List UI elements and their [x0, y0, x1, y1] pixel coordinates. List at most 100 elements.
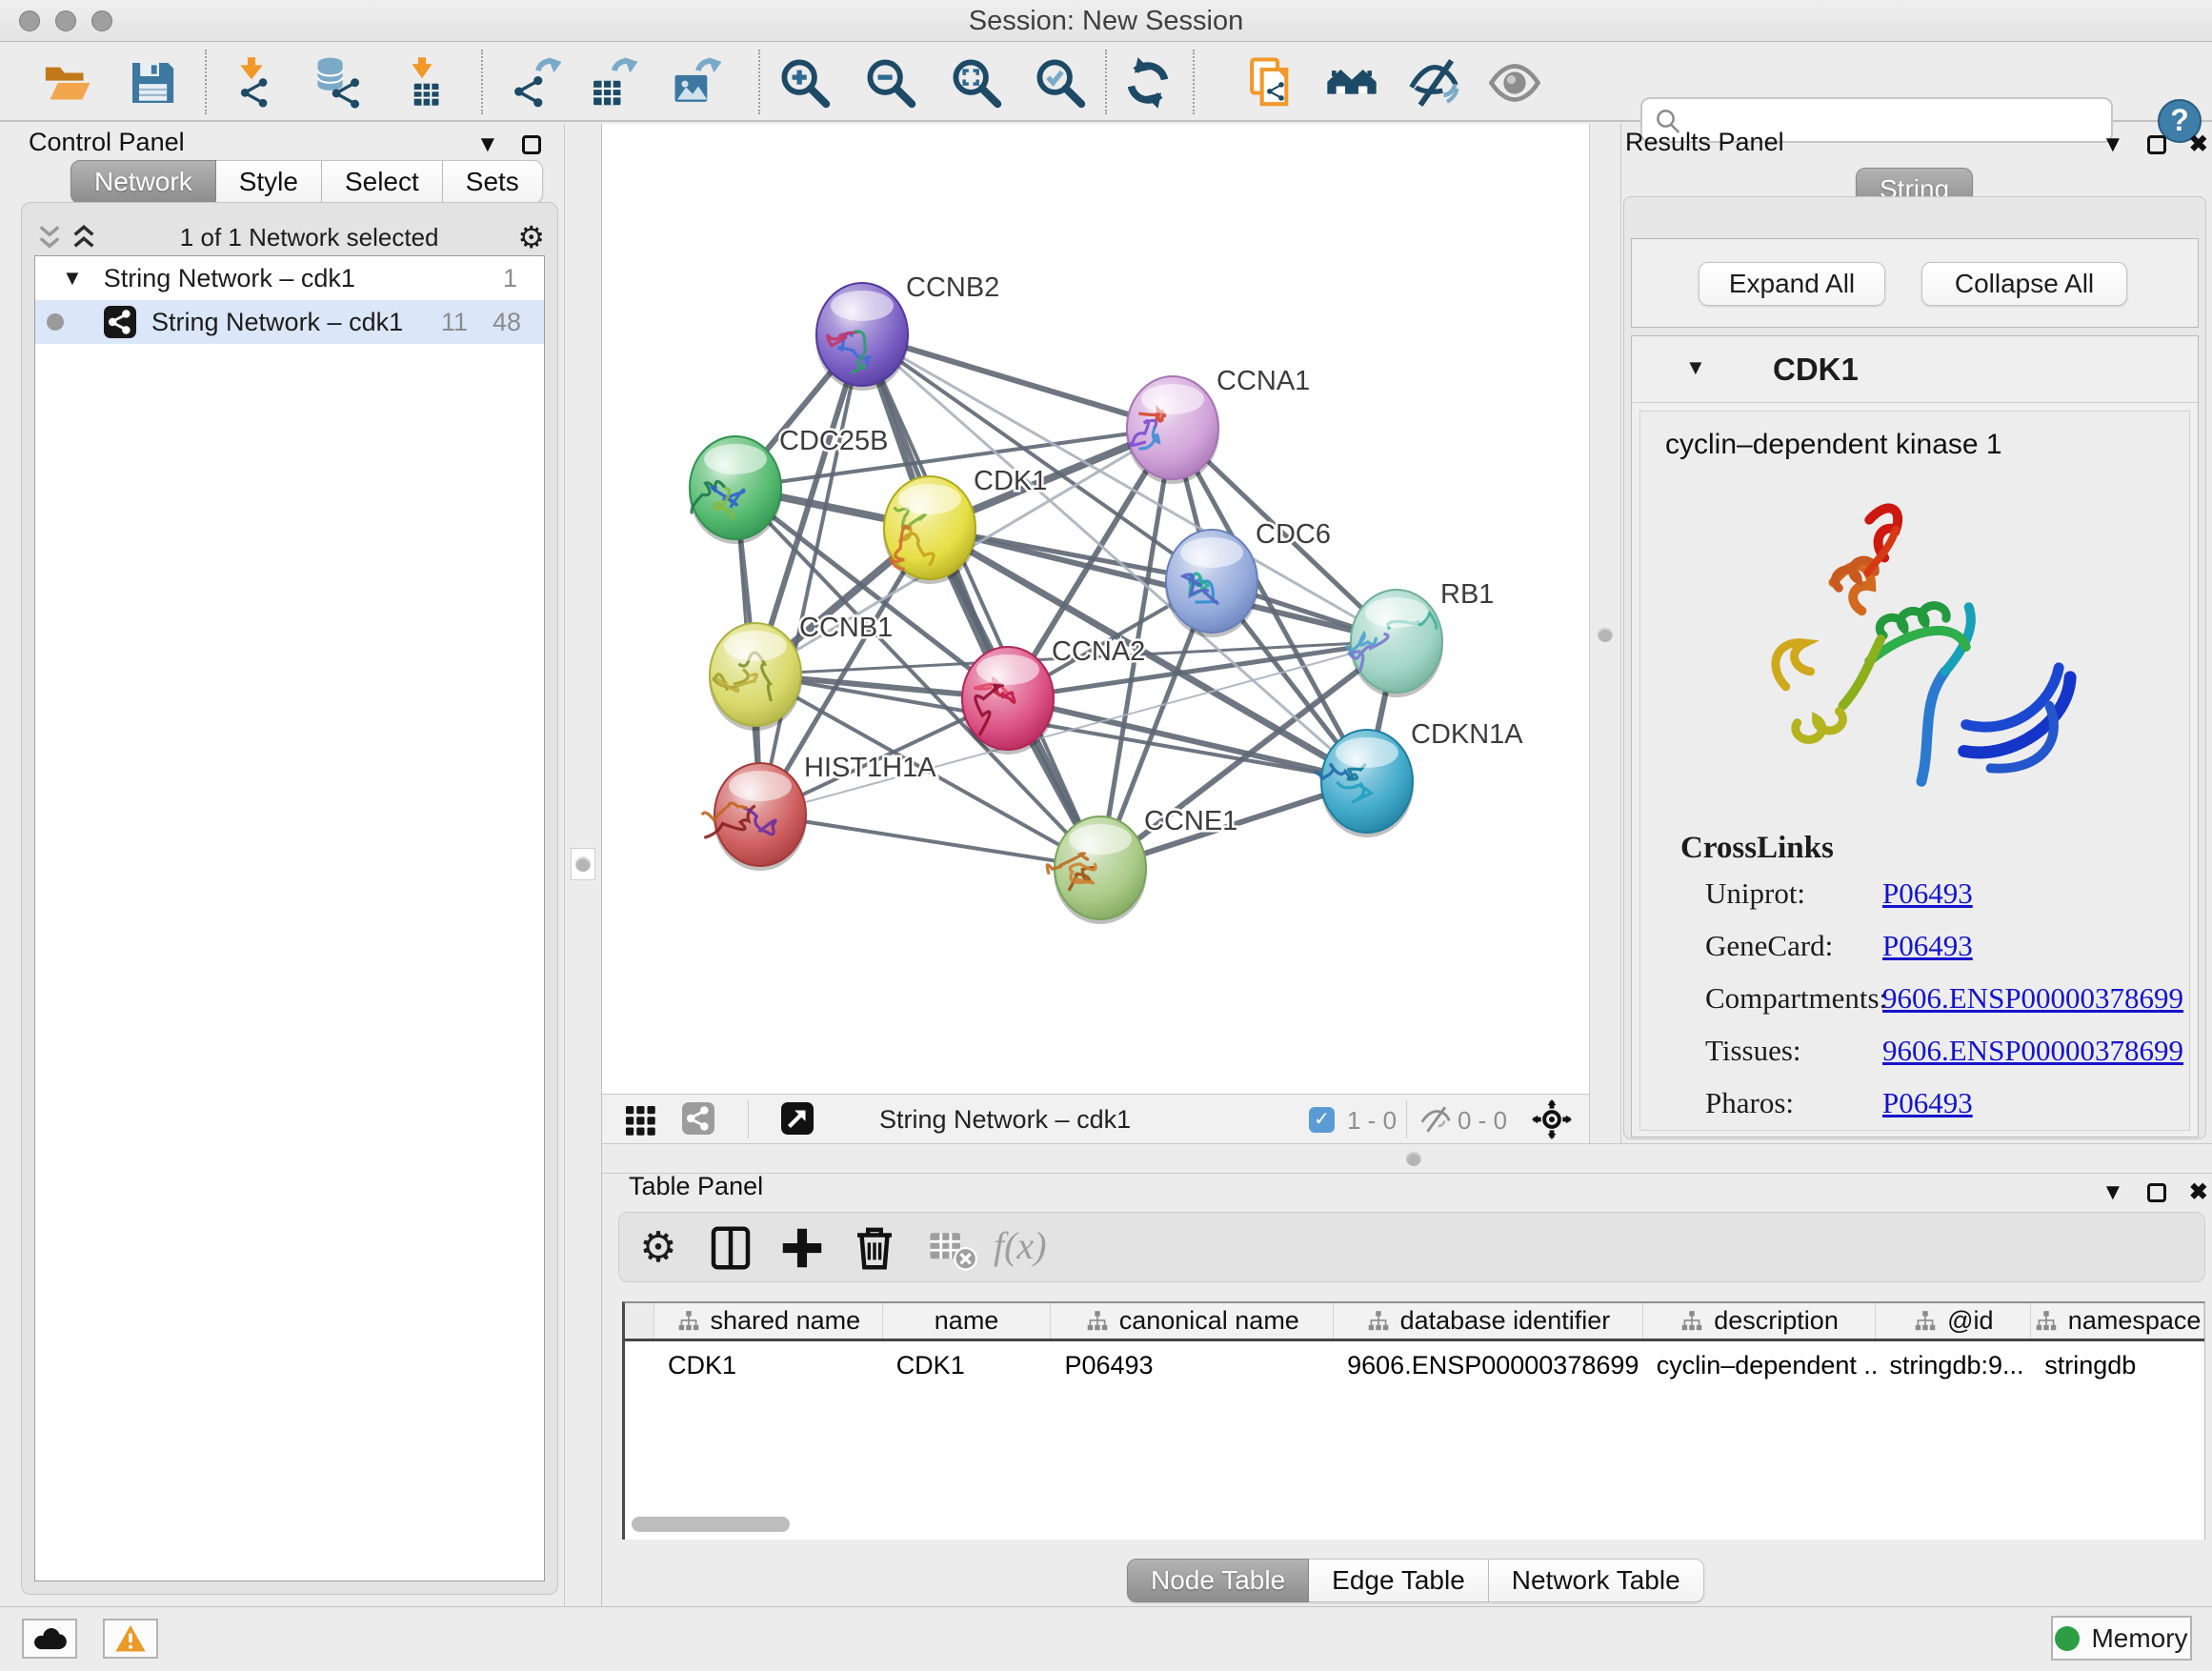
- table-cell[interactable]: stringdb: [2031, 1344, 2204, 1386]
- selected-nodes-checkbox-icon[interactable]: ✓: [1309, 1107, 1335, 1133]
- results-entry-header[interactable]: ▼ CDK1: [1632, 336, 2198, 403]
- show-hidden-icon[interactable]: [1488, 56, 1541, 110]
- grid-view-icon[interactable]: [623, 1103, 657, 1137]
- column-header-description[interactable]: description: [1643, 1303, 1877, 1339]
- zoom-fit-content-icon[interactable]: [950, 56, 1003, 110]
- node-CCNE1[interactable]: CCNE1: [1047, 806, 1237, 924]
- table-cell[interactable]: P06493: [1051, 1344, 1334, 1386]
- table-cell[interactable]: stringdb:9...: [1876, 1344, 2031, 1386]
- collection-label: String Network – cdk1: [104, 264, 355, 293]
- export-network-icon[interactable]: [512, 56, 565, 110]
- tab-node-table[interactable]: Node Table: [1127, 1559, 1309, 1602]
- table-options-gear-icon[interactable]: ⚙: [633, 1222, 684, 1274]
- node-label-CDC25B: CDC25B: [779, 426, 888, 456]
- network-collection-row[interactable]: ▼ String Network – cdk1 1: [35, 256, 544, 300]
- tab-network[interactable]: Network: [70, 160, 216, 204]
- crosslink-link[interactable]: 9606.ENSP00000378699: [1882, 981, 2183, 1016]
- window-minimize-button[interactable]: [55, 10, 76, 31]
- import-network-from-file-icon[interactable]: [225, 56, 278, 110]
- warning-status-button[interactable]: [103, 1619, 158, 1659]
- edge-CCNB2-CCNA1[interactable]: [862, 334, 1173, 428]
- zoom-out-icon[interactable]: [864, 56, 917, 110]
- results-panel-menu-icon[interactable]: ▼: [2101, 133, 2124, 156]
- table-cell[interactable]: CDK1: [883, 1344, 1052, 1386]
- expand-all-button[interactable]: Expand All: [1699, 262, 1885, 306]
- column-header--id[interactable]: @id: [1876, 1303, 2031, 1339]
- create-column-plus-icon[interactable]: [776, 1222, 828, 1274]
- tab-style[interactable]: Style: [216, 160, 322, 204]
- divider-handle[interactable]: [1598, 627, 1613, 642]
- zoom-selected-icon[interactable]: [1034, 56, 1087, 110]
- clone-network-icon[interactable]: [1244, 56, 1297, 110]
- collection-disclosure-triangle-icon[interactable]: ▼: [62, 266, 83, 291]
- node-CDKN1A[interactable]: CDKN1A: [1316, 719, 1524, 837]
- control-panel-divider[interactable]: [564, 124, 602, 1606]
- column-header-name[interactable]: name: [883, 1303, 1052, 1339]
- network-row[interactable]: String Network – cdk1 11 48: [35, 300, 544, 344]
- network-list: ▼ String Network – cdk1 1 String Network…: [34, 255, 545, 1581]
- crosslink-link[interactable]: P06493: [1882, 876, 1973, 911]
- tab-select[interactable]: Select: [322, 160, 443, 204]
- export-table-icon[interactable]: [588, 56, 641, 110]
- crosslink-link[interactable]: P06493: [1882, 1086, 1973, 1120]
- network-canvas[interactable]: CCNB2CCNA1CDC25BCDK1CDC6RB1CCNB1CCNA2CDK…: [602, 124, 1589, 1094]
- column-type-tree-icon: [1366, 1309, 1391, 1334]
- results-panel-float-icon[interactable]: [2147, 135, 2166, 154]
- import-network-from-database-icon[interactable]: [312, 56, 365, 110]
- divider-handle[interactable]: [1406, 1151, 1421, 1166]
- tab-network-table[interactable]: Network Table: [1489, 1559, 1704, 1602]
- control-panel-float-icon[interactable]: [522, 135, 541, 154]
- results-panel-divider[interactable]: [1589, 124, 1621, 1143]
- open-session-icon[interactable]: [40, 56, 93, 110]
- results-panel-close-icon[interactable]: ✖: [2189, 133, 2208, 156]
- table-panel-title: Table Panel: [629, 1172, 763, 1201]
- save-session-icon[interactable]: [126, 56, 179, 110]
- table-horizontal-scrollbar[interactable]: [632, 1517, 790, 1532]
- node-CCNA1[interactable]: CCNA1: [1126, 366, 1310, 484]
- show-all-networks-icon[interactable]: [1325, 56, 1378, 110]
- table-cell[interactable]: CDK1: [654, 1344, 883, 1386]
- table-panel-close-icon[interactable]: ✖: [2189, 1181, 2208, 1204]
- expand-all-icon[interactable]: [67, 222, 101, 252]
- table-panel-menu-icon[interactable]: ▼: [2101, 1181, 2124, 1204]
- edge-RB1-HIST1H1A[interactable]: [760, 641, 1397, 815]
- crosslink-link[interactable]: P06493: [1882, 929, 1973, 963]
- birds-eye-view-icon[interactable]: [781, 1102, 814, 1135]
- divider-handle[interactable]: [575, 856, 591, 872]
- tab-edge-table[interactable]: Edge Table: [1309, 1559, 1489, 1602]
- export-image-icon[interactable]: [672, 56, 725, 110]
- window-zoom-button[interactable]: [91, 10, 112, 31]
- update-network-icon[interactable]: [1121, 56, 1175, 110]
- window-close-button[interactable]: [19, 10, 40, 31]
- hide-selected-icon[interactable]: [1407, 56, 1460, 110]
- column-header-database-identifier[interactable]: database identifier: [1334, 1303, 1643, 1339]
- node-CCNB1[interactable]: CCNB1: [709, 613, 893, 731]
- cloud-status-button[interactable]: [22, 1619, 77, 1659]
- node-RB1[interactable]: RB1: [1347, 579, 1495, 697]
- table-cell[interactable]: 9606.ENSP00000378699: [1334, 1344, 1643, 1386]
- node-HIST1H1A[interactable]: HIST1H1A: [702, 753, 936, 871]
- network-share-view-icon[interactable]: [682, 1102, 714, 1135]
- zoom-in-icon[interactable]: [778, 56, 832, 110]
- node-table[interactable]: shared namename canonical name database id…: [622, 1301, 2205, 1540]
- entry-disclosure-triangle-icon[interactable]: ▼: [1685, 355, 1706, 380]
- column-header-namespace[interactable]: namespace: [2031, 1303, 2204, 1339]
- table-panel-float-icon[interactable]: [2147, 1183, 2166, 1202]
- memory-button[interactable]: Memory: [2051, 1616, 2192, 1661]
- column-header-shared-name[interactable]: shared name: [654, 1303, 883, 1339]
- column-header-canonical-name[interactable]: canonical name: [1051, 1303, 1334, 1339]
- collapse-all-button[interactable]: Collapse All: [1921, 262, 2127, 306]
- pan-crosshair-icon[interactable]: [1532, 1099, 1572, 1139]
- tab-sets[interactable]: Sets: [443, 160, 543, 204]
- crosslink-link[interactable]: 9606.ENSP00000378699: [1882, 1034, 2183, 1068]
- show-column-icon[interactable]: [705, 1222, 756, 1274]
- delete-column-trash-icon[interactable]: [849, 1222, 900, 1274]
- import-table-from-file-icon[interactable]: [395, 56, 449, 110]
- collapse-all-icon[interactable]: [32, 222, 67, 252]
- column-header-label: canonical name: [1119, 1306, 1299, 1336]
- table-cell[interactable]: cyclin–dependent ...: [1643, 1344, 1877, 1386]
- control-panel-menu-icon[interactable]: ▼: [476, 133, 499, 156]
- crosslink-label: Pharos:: [1705, 1086, 1794, 1119]
- network-list-options-gear-icon[interactable]: ⚙: [517, 219, 545, 255]
- table-panel-divider[interactable]: [602, 1143, 2212, 1174]
